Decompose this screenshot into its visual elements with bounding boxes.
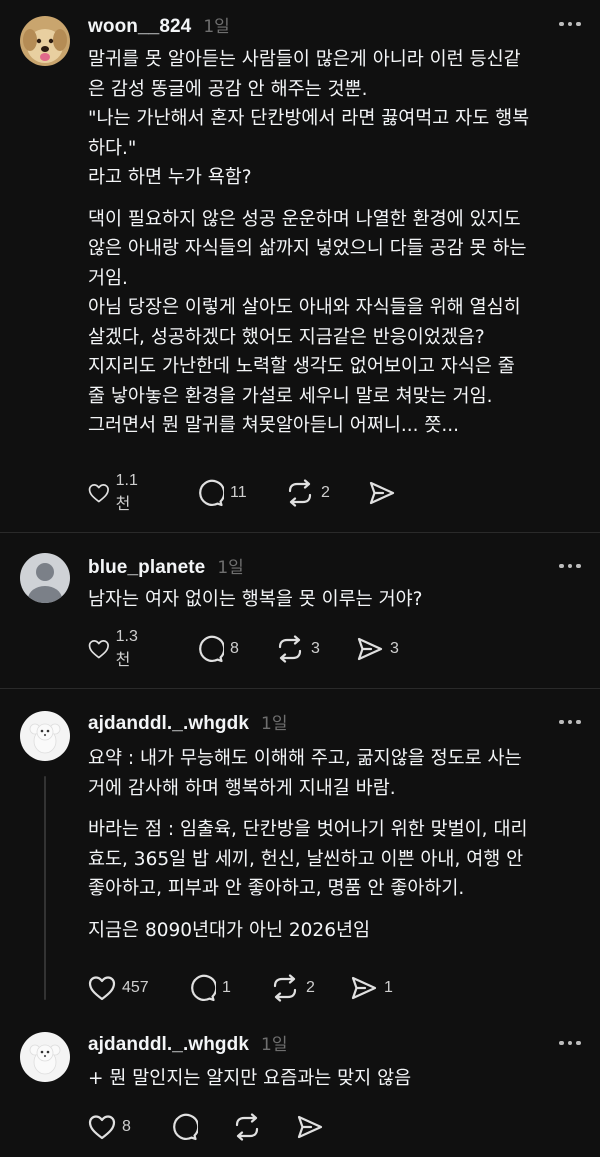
post-text-line: 않은 아내랑 자식들의 삶까지 넣었으니 다들 공감 못 하는 (88, 238, 527, 259)
timestamp: 1일 (217, 558, 244, 578)
post-text-line: 아님 당장은 이렇게 살아도 아내와 자식들을 위해 열심히 (88, 297, 521, 318)
comment-icon (173, 1113, 198, 1141)
username[interactable]: blue_planete (88, 557, 205, 579)
repost-button[interactable]: 2 (270, 973, 315, 1003)
avatar[interactable] (20, 711, 70, 761)
repost-icon (273, 974, 297, 1002)
repost-button[interactable]: 3 (275, 634, 320, 664)
avatar[interactable] (20, 16, 70, 66)
repost-count: 2 (321, 484, 330, 501)
avatar[interactable] (20, 553, 70, 603)
share-count: 1 (384, 979, 393, 996)
repost-icon (278, 635, 302, 663)
comment-icon (191, 974, 216, 1002)
post-text-line: 살겠다, 성공하겠다 했어도 지금같은 반응이었겠음? (88, 326, 485, 348)
comment-count: 1 (222, 979, 231, 996)
share-button[interactable] (296, 1112, 330, 1142)
share-button[interactable]: 3 (356, 634, 399, 664)
post-text-line: 바라는 점 : 임출육, 단칸방을 벗어나기 위한 맞벌이, 대리 (88, 819, 528, 840)
comment-count: 11 (230, 484, 247, 501)
like-count: 1.3천 (115, 628, 138, 669)
comment-icon (199, 635, 224, 663)
heart-icon (88, 1115, 116, 1140)
send-icon (357, 637, 383, 661)
post-text-line: 지지리도 가난한데 노력할 생각도 없어보이고 자식은 줄 (88, 356, 515, 377)
share-count: 3 (390, 640, 399, 657)
post-text-line: 남자는 여자 없이는 행복을 못 이루는 거야? (88, 589, 423, 610)
post-text-line: 그러면서 뭔 말귀를 쳐못알아듣니 어쩌니... 쯧... (88, 415, 460, 436)
like-count: 457 (122, 979, 149, 996)
send-icon (369, 481, 395, 505)
username[interactable]: ajdanddl._.whgdk (88, 1034, 249, 1056)
comment-button[interactable]: 11 (196, 478, 247, 508)
post-text-line: 줄 낳아놓은 환경을 가설로 세우니 말로 쳐맞는 거임. (88, 385, 493, 407)
post-text-line: 효도, 365일 밥 세끼, 헌신, 날씬하고 이쁜 아내, 여행 안 (88, 848, 524, 870)
post-body: + 뭔 말인지는 알지만 요즘과는 맞지 않음 (88, 1064, 588, 1094)
repost-icon (288, 479, 312, 507)
post-3: ajdanddl._.whgdk 1일 요약 : 내가 무능해도 이해해 주고,… (0, 689, 600, 1009)
send-icon (297, 1115, 323, 1139)
repost-icon (235, 1113, 259, 1141)
like-button[interactable]: 1.1천 (88, 472, 144, 513)
comment-button[interactable]: 8 (196, 634, 239, 664)
username[interactable]: ajdanddl._.whgdk (88, 713, 249, 735)
repost-count: 3 (311, 640, 320, 657)
avatar[interactable] (20, 1032, 70, 1082)
post-text-line: + 뭔 말인지는 알지만 요즘과는 맞지 않음 (88, 1068, 412, 1089)
post-text-line: 라고 하면 누가 욕함? (88, 167, 252, 188)
post-text-line: 댁이 필요하지 않은 성공 운운하며 나열한 환경에 있지도 (88, 208, 521, 230)
post-text-line: 지금은 8090년대가 아닌 2026년임 (88, 919, 371, 941)
share-button[interactable] (368, 478, 402, 508)
post-text-line: 말귀를 못 알아듣는 사람들이 많은게 아니라 이런 등신같 (88, 49, 521, 70)
more-options-icon[interactable] (552, 560, 588, 572)
like-button[interactable]: 457 (88, 973, 149, 1003)
comment-count: 8 (230, 640, 239, 657)
share-button[interactable]: 1 (350, 973, 393, 1003)
post-text-line: 요약 : 내가 무능해도 이해해 주고, 굶지않을 정도로 사는 (88, 748, 522, 769)
heart-icon (88, 640, 109, 659)
more-options-icon[interactable] (552, 716, 588, 728)
like-count: 1.1천 (115, 472, 138, 513)
post-text-line: 하다." (88, 137, 137, 159)
post-body: 남자는 여자 없이는 행복을 못 이루는 거야? (88, 585, 588, 615)
post-4: ajdanddl._.whgdk 1일 + 뭔 말인지는 알지만 요즘과는 맞지… (0, 1010, 600, 1157)
like-count: 8 (122, 1118, 131, 1135)
timestamp: 1일 (203, 17, 230, 37)
more-options-icon[interactable] (552, 18, 588, 30)
comment-button[interactable]: 1 (188, 973, 231, 1003)
repost-button[interactable]: 2 (285, 478, 330, 508)
post-text-line: "나는 가난해서 혼자 단칸방에서 라면 끓여먹고 자도 행복 (88, 108, 530, 129)
like-button[interactable]: 8 (88, 1112, 131, 1142)
post-text-line: 거에 감사해 하며 행복하게 지내길 바람. (88, 777, 396, 799)
comment-button[interactable] (170, 1112, 204, 1142)
repost-count: 2 (306, 979, 315, 996)
post-text-line: 은 감성 똥글에 공감 안 해주는 것뿐. (88, 78, 368, 100)
heart-icon (88, 976, 116, 1001)
timestamp: 1일 (261, 714, 288, 734)
heart-icon (88, 484, 109, 503)
post-text-line: 좋아하고, 피부과 안 좋아하고, 명품 안 좋아하기. (88, 878, 465, 899)
username[interactable]: woon__824 (88, 16, 191, 38)
send-icon (351, 976, 377, 1000)
post-text-line: 거임. (88, 267, 128, 289)
more-options-icon[interactable] (552, 1037, 588, 1049)
repost-button[interactable] (232, 1112, 268, 1142)
post-2: blue_planete 1일 남자는 여자 없이는 행복을 못 이루는 거야?… (0, 533, 600, 688)
comment-icon (199, 479, 224, 507)
like-button[interactable]: 1.3천 (88, 628, 144, 669)
post-body: 말귀를 못 알아듣는 사람들이 많은게 아니라 이런 등신같 은 감성 똥글에 … (88, 45, 588, 441)
timestamp: 1일 (261, 1035, 288, 1055)
post-body: 요약 : 내가 무능해도 이해해 주고, 굶지않을 정도로 사는 거에 감사해 … (88, 744, 588, 945)
post-1: woon__824 1일 말귀를 못 알아듣는 사람들이 많은게 아니라 이런 … (0, 0, 600, 530)
